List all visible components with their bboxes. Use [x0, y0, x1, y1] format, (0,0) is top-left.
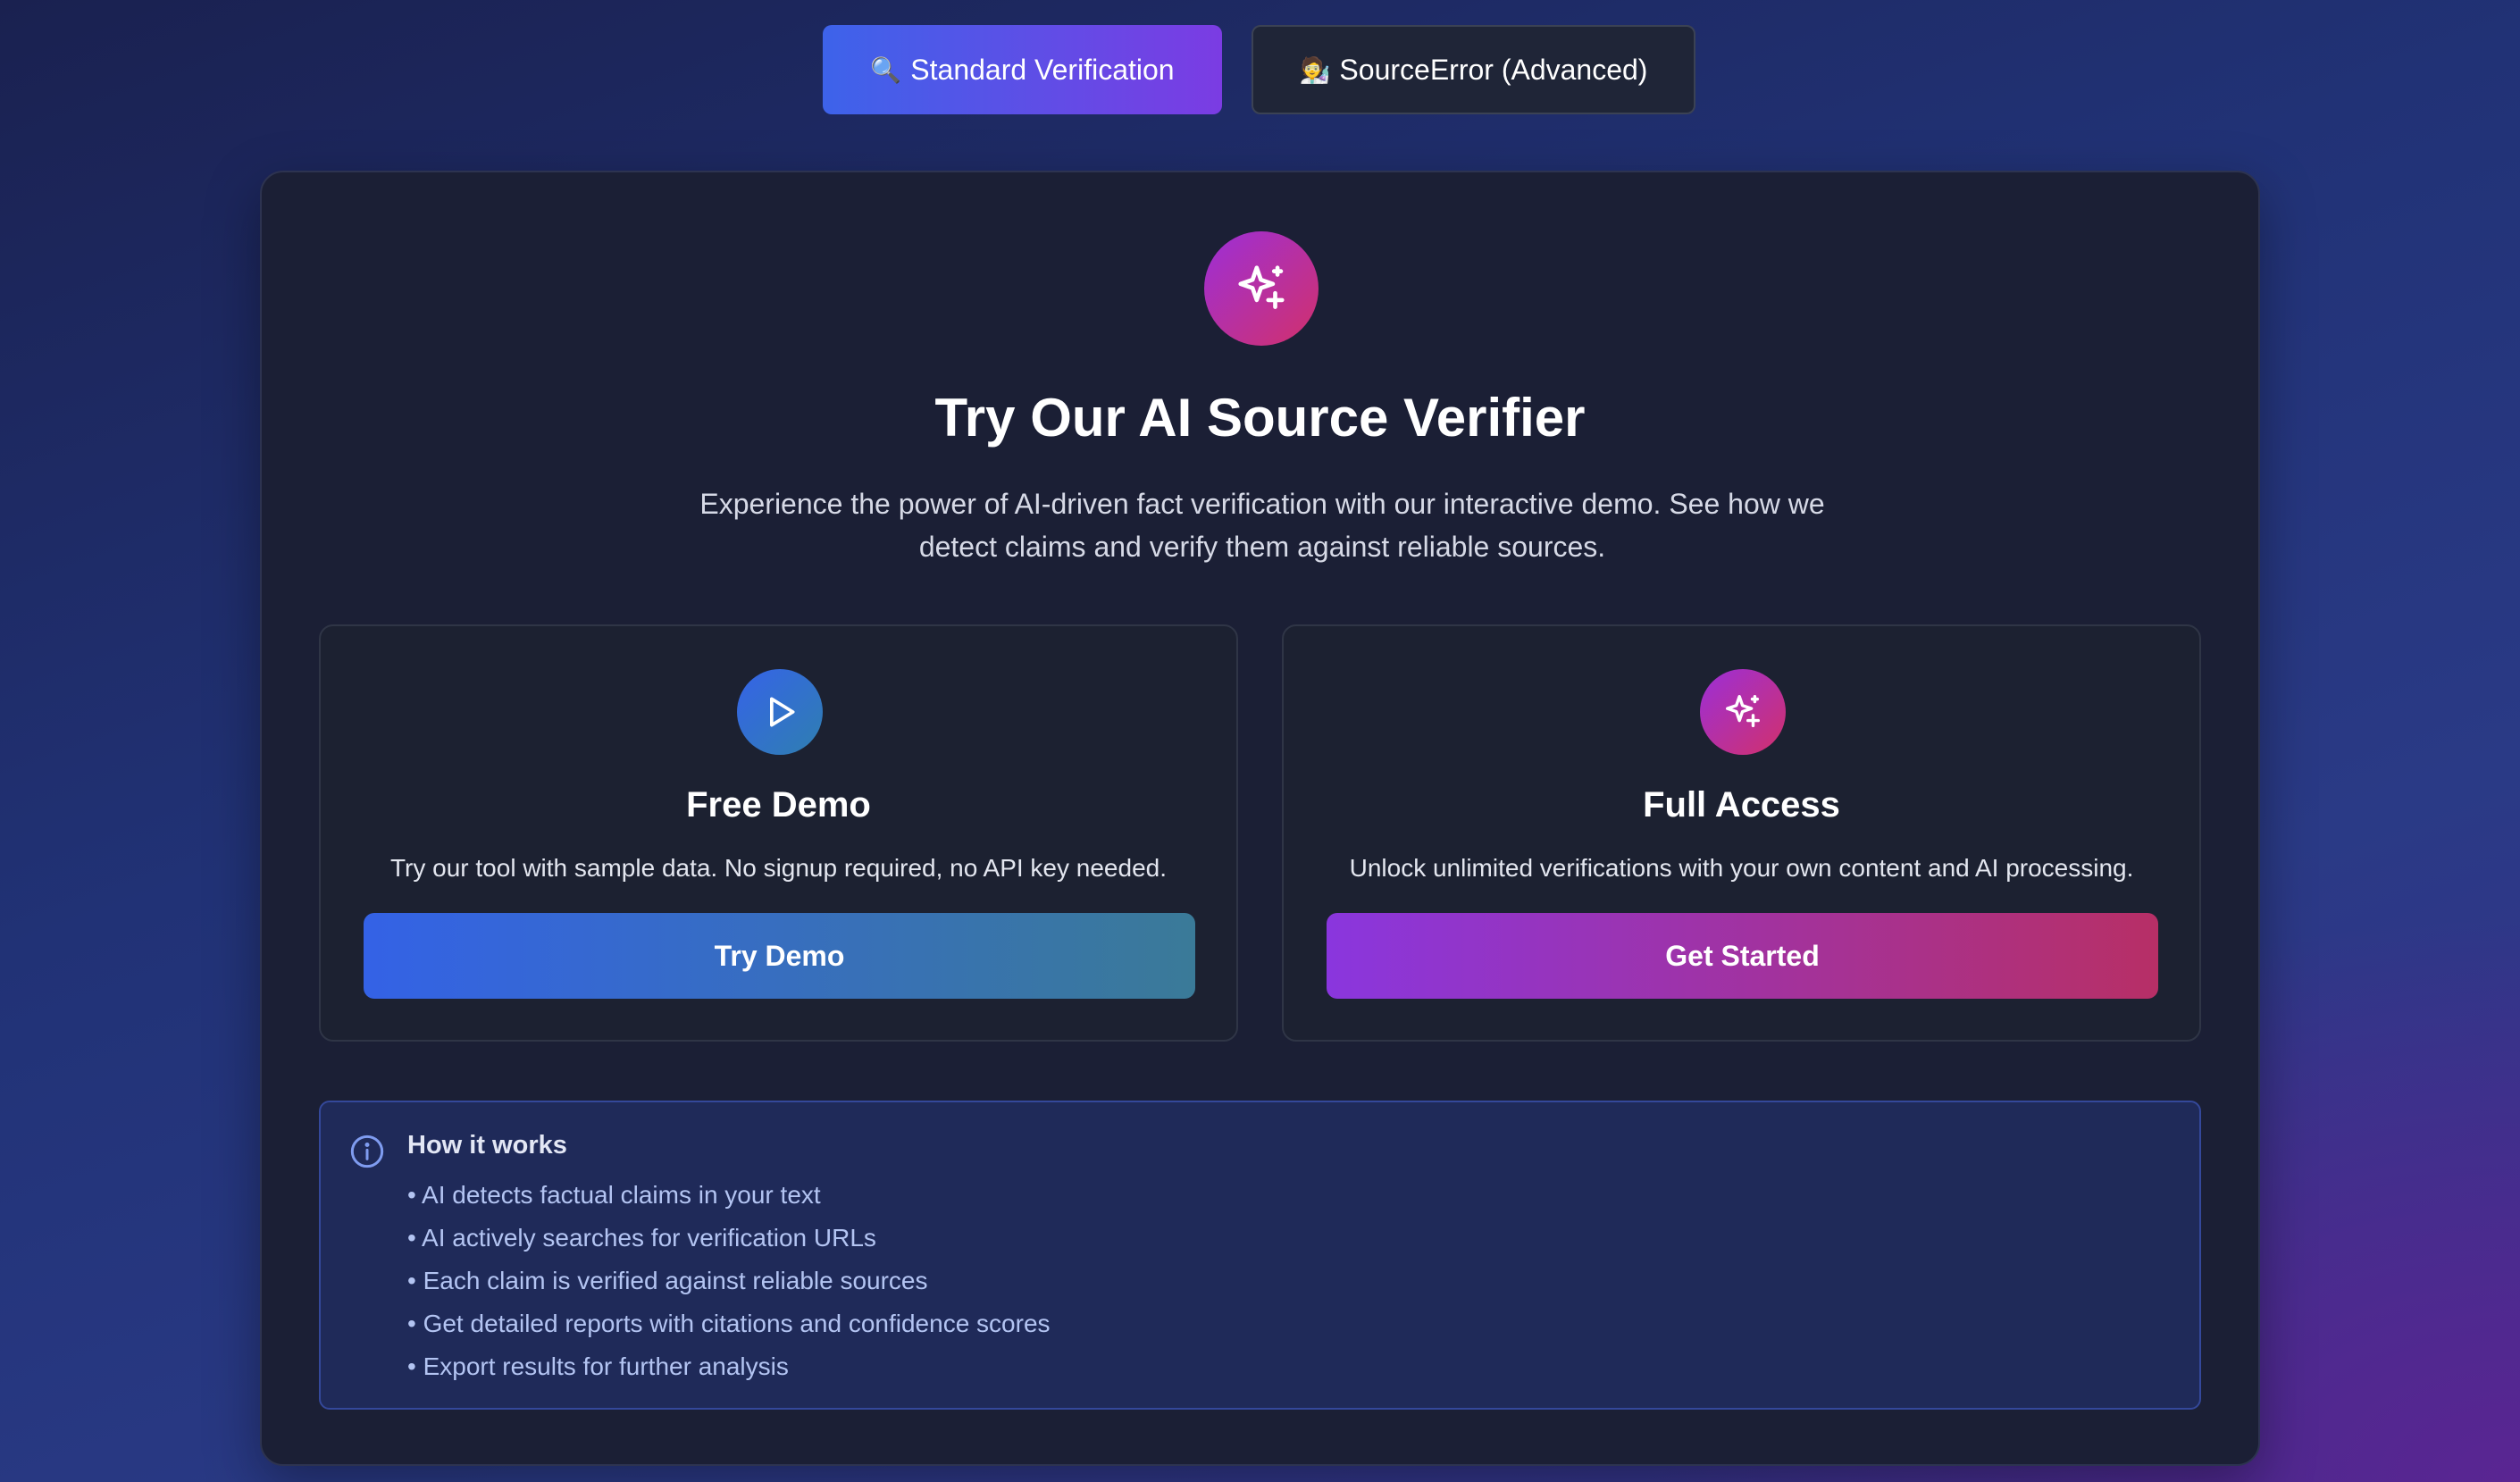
- list-item: • Get detailed reports with citations an…: [407, 1310, 1051, 1337]
- option-title: Free Demo: [686, 785, 871, 825]
- play-icon: [737, 669, 823, 755]
- option-description: Unlock unlimited verifications with your…: [1349, 854, 2134, 882]
- info-icon: [350, 1135, 384, 1168]
- how-it-works-panel: How it works • AI detects factual claims…: [319, 1101, 2201, 1410]
- list-item: • AI detects factual claims in your text: [407, 1181, 821, 1209]
- sparkles-icon: [1204, 231, 1319, 346]
- free-demo-card: Free Demo Try our tool with sample data.…: [319, 624, 1238, 1042]
- page-subtitle: Experience the power of AI-driven fact v…: [699, 488, 1825, 563]
- full-access-card: Full Access Unlock unlimited verificatio…: [1282, 624, 2201, 1042]
- verifier-card: Try Our AI Source Verifier Experience th…: [260, 171, 2260, 1466]
- magnifier-icon: 🔍: [870, 55, 902, 84]
- sparkles-icon: [1700, 669, 1786, 755]
- option-description: Try our tool with sample data. No signup…: [389, 854, 1167, 882]
- try-demo-button[interactable]: Try Demo: [364, 913, 1195, 999]
- get-started-button[interactable]: Get Started: [1327, 913, 2158, 999]
- scientist-icon: 🧑‍🔬: [1299, 55, 1331, 84]
- list-item: • Export results for further analysis: [407, 1352, 789, 1380]
- tab-label: Standard Verification: [910, 53, 1175, 86]
- list-item: • AI actively searches for verification …: [407, 1224, 876, 1252]
- list-item: • Each claim is verified against reliabl…: [407, 1267, 928, 1294]
- tab-standard-verification[interactable]: 🔍 Standard Verification: [823, 25, 1222, 114]
- page-title: Try Our AI Source Verifier: [934, 388, 1586, 448]
- tab-label: SourceError (Advanced): [1339, 53, 1648, 86]
- how-it-works-list: • AI detects factual claims in your text…: [407, 1174, 1051, 1388]
- tab-sourceerror-advanced[interactable]: 🧑‍🔬 SourceError (Advanced): [1252, 25, 1695, 114]
- option-title: Full Access: [1643, 785, 1840, 825]
- how-it-works-title: How it works: [407, 1131, 567, 1160]
- verification-mode-tabs: 🔍 Standard Verification 🧑‍🔬 SourceError …: [823, 25, 1695, 114]
